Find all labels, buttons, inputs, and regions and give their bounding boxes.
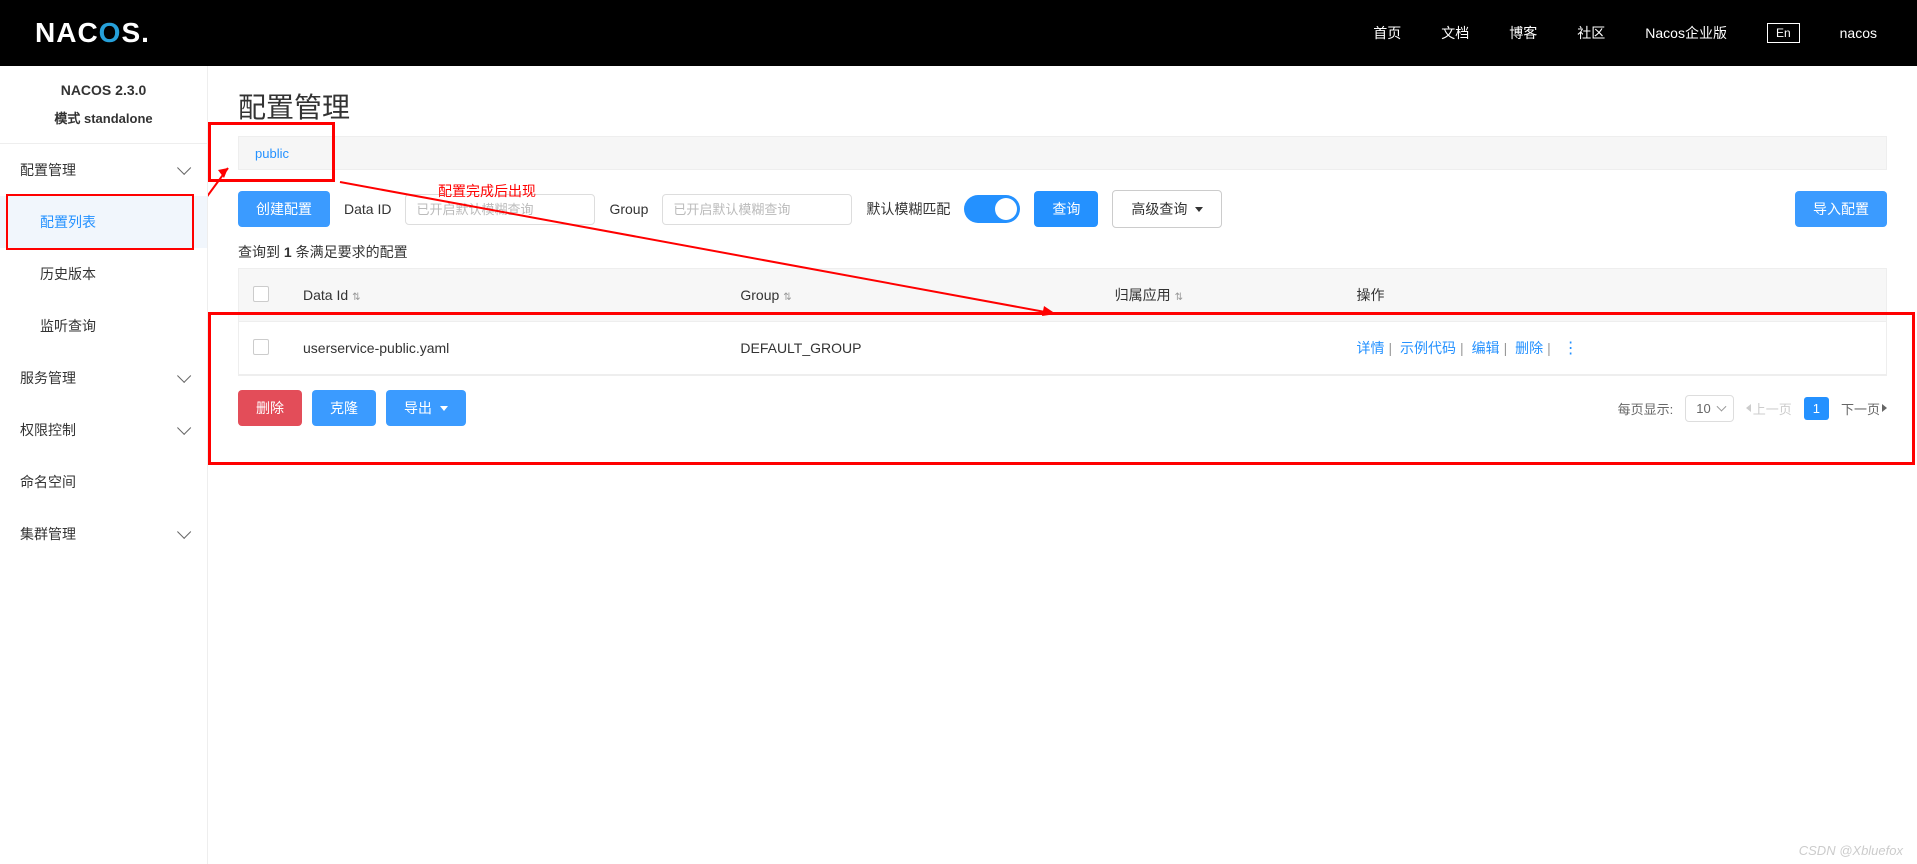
fuzzy-label: 默认模糊匹配 (866, 199, 950, 219)
main: 配置管理 public 创建配置 Data ID Group 默认模糊匹配 查询… (208, 66, 1917, 864)
import-button[interactable]: 导入配置 (1795, 191, 1887, 227)
clone-button[interactable]: 克隆 (312, 390, 376, 426)
menu-label: 权限控制 (20, 420, 76, 440)
nav-blog[interactable]: 博客 (1509, 23, 1537, 43)
advanced-query-button[interactable]: 高级查询 (1112, 190, 1222, 228)
dataid-label: Data ID (344, 201, 391, 217)
fuzzy-switch[interactable] (964, 195, 1020, 223)
batch-delete-button[interactable]: 删除 (238, 390, 302, 426)
op-edit[interactable]: 编辑 (1472, 340, 1500, 356)
menu-label: 监听查询 (40, 316, 96, 336)
menu-namespace[interactable]: 命名空间 (0, 456, 207, 508)
col-ops: 操作 (1343, 269, 1887, 322)
nav-docs[interactable]: 文档 (1441, 23, 1469, 43)
page-1[interactable]: 1 (1804, 397, 1829, 420)
menu-label: 服务管理 (20, 368, 76, 388)
nav-community[interactable]: 社区 (1577, 23, 1605, 43)
table-row: userservice-public.yaml DEFAULT_GROUP 详情… (239, 322, 1886, 375)
header-nav: 首页 文档 博客 社区 Nacos企业版 En nacos (1373, 23, 1897, 43)
dataid-input[interactable] (405, 194, 595, 225)
menu-service-mgmt[interactable]: 服务管理 (0, 352, 207, 404)
nav-enterprise[interactable]: Nacos企业版 (1645, 23, 1727, 43)
more-icon[interactable]: ⋮ (1563, 340, 1578, 357)
caret-down-icon (440, 406, 448, 411)
prev-page[interactable]: 上一页 (1746, 399, 1792, 418)
table-footer: 删除 克隆 导出 每页显示: 10 上一页 1 下一页 (238, 390, 1887, 426)
menu-label: 配置列表 (40, 212, 96, 232)
page-size-select[interactable]: 10 (1685, 395, 1733, 422)
menu-config-list[interactable]: 配置列表 (0, 196, 207, 248)
menu-listen[interactable]: 监听查询 (0, 300, 207, 352)
menu-label: 历史版本 (40, 264, 96, 284)
export-button[interactable]: 导出 (386, 390, 466, 426)
cell-ops: 详情| 示例代码| 编辑| 删除| ⋮ (1343, 322, 1887, 375)
menu-history[interactable]: 历史版本 (0, 248, 207, 300)
group-input[interactable] (662, 194, 852, 225)
watermark: CSDN @Xbluefox (1799, 843, 1903, 858)
namespace-tabs: public (238, 136, 1887, 170)
toolbar: 创建配置 Data ID Group 默认模糊匹配 查询 高级查询 导入配置 (238, 190, 1887, 228)
cell-dataid: userservice-public.yaml (289, 322, 726, 375)
select-all-checkbox[interactable] (253, 286, 269, 302)
op-sample[interactable]: 示例代码 (1400, 340, 1456, 356)
op-delete[interactable]: 删除 (1515, 340, 1543, 356)
logo: NACOS. (35, 17, 150, 49)
cell-group: DEFAULT_GROUP (726, 322, 1100, 375)
col-app[interactable]: 归属应用⇅ (1101, 269, 1343, 322)
caret-down-icon (1195, 207, 1203, 212)
page-title: 配置管理 (238, 86, 1887, 126)
config-table: Data Id⇅ Group⇅ 归属应用⇅ 操作 userservice-pub… (239, 269, 1886, 375)
menu-label: 命名空间 (20, 472, 76, 492)
cell-app (1101, 322, 1343, 375)
lang-switch[interactable]: En (1767, 23, 1800, 43)
group-label: Group (609, 201, 648, 217)
menu-auth[interactable]: 权限控制 (0, 404, 207, 456)
col-dataid[interactable]: Data Id⇅ (289, 269, 726, 322)
sort-icon: ⇅ (352, 292, 360, 303)
header: NACOS. 首页 文档 博客 社区 Nacos企业版 En nacos (0, 0, 1917, 66)
menu-label: 集群管理 (20, 524, 76, 544)
chevron-down-icon (177, 161, 191, 175)
annotation-arrow (208, 156, 238, 246)
sidebar: NACOS 2.3.0 模式 standalone 配置管理 配置列表 历史版本… (0, 66, 208, 864)
row-checkbox[interactable] (253, 339, 269, 355)
tab-public[interactable]: public (255, 146, 289, 161)
menu-cluster[interactable]: 集群管理 (0, 508, 207, 560)
chevron-down-icon (177, 525, 191, 539)
sidebar-mode: 模式 standalone (0, 108, 207, 144)
chevron-down-icon (177, 421, 191, 435)
query-result: 查询到 1 条满足要求的配置 (238, 242, 1887, 262)
op-detail[interactable]: 详情 (1357, 340, 1385, 356)
menu-label: 配置管理 (20, 160, 76, 180)
next-page[interactable]: 下一页 (1841, 399, 1887, 418)
col-group[interactable]: Group⇅ (726, 269, 1100, 322)
menu-config-mgmt[interactable]: 配置管理 (0, 144, 207, 196)
nav-home[interactable]: 首页 (1373, 23, 1401, 43)
create-config-button[interactable]: 创建配置 (238, 191, 330, 227)
user-menu[interactable]: nacos (1840, 25, 1877, 41)
sort-icon: ⇅ (783, 292, 791, 303)
query-button[interactable]: 查询 (1034, 191, 1098, 227)
chevron-down-icon (177, 369, 191, 383)
sidebar-version: NACOS 2.3.0 (0, 66, 207, 108)
per-page-label: 每页显示: (1618, 399, 1674, 418)
sort-icon: ⇅ (1175, 292, 1183, 303)
